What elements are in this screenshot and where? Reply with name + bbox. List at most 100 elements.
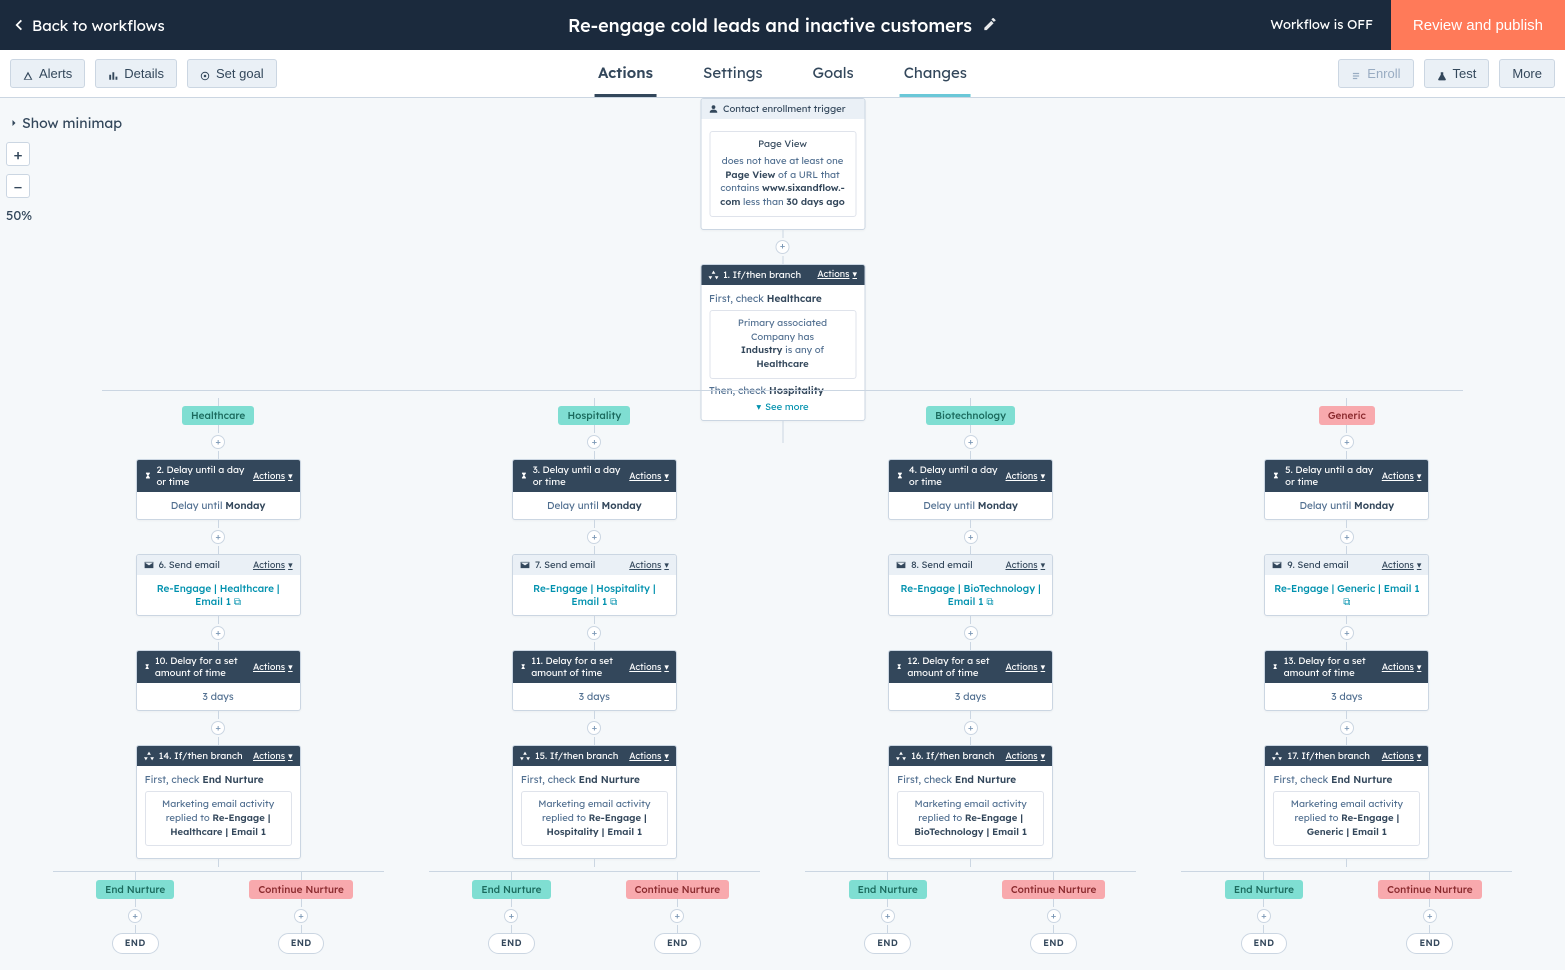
- send-email-card[interactable]: 8. Send email Actions ▾ Re-Engage | BioT…: [888, 554, 1053, 616]
- card-actions-menu[interactable]: Actions ▾: [1005, 560, 1045, 571]
- branch-chip: Healthcare: [182, 406, 254, 425]
- ifthen-branch-card[interactable]: 15. If/then branch Actions ▾ First, chec…: [512, 745, 677, 859]
- add-action-button[interactable]: +: [1423, 909, 1437, 923]
- set-goal-button[interactable]: Set goal: [187, 59, 277, 88]
- person-icon: [708, 104, 718, 114]
- card-actions-menu[interactable]: Actions ▾: [253, 471, 293, 482]
- show-minimap-toggle[interactable]: Show minimap: [10, 114, 122, 132]
- add-action-button[interactable]: +: [587, 721, 601, 735]
- add-action-button[interactable]: +: [211, 435, 225, 449]
- hourglass-icon: [520, 662, 526, 672]
- send-email-card[interactable]: 6. Send email Actions ▾ Re-Engage | Heal…: [136, 554, 301, 616]
- add-action-button[interactable]: +: [1257, 909, 1271, 923]
- tab-actions[interactable]: Actions: [594, 50, 657, 97]
- email-link[interactable]: Re-Engage | Hospitality | Email 1 ⧉: [533, 582, 655, 608]
- card-actions-menu[interactable]: Actions ▾: [1382, 751, 1422, 762]
- delay-amount-card[interactable]: 12. Delay for a set amount of time Actio…: [888, 650, 1053, 711]
- branch-column: Biotechnology + 4. Delay until a day or …: [805, 398, 1136, 954]
- end-node: END: [1030, 933, 1077, 954]
- card-actions-menu[interactable]: Actions ▾: [629, 560, 669, 571]
- card-actions-menu[interactable]: Actions ▾: [1382, 560, 1422, 571]
- add-action-button[interactable]: +: [776, 240, 790, 254]
- flask-icon: [1437, 69, 1447, 79]
- tab-settings[interactable]: Settings: [699, 50, 767, 97]
- email-link[interactable]: Re-Engage | BioTechnology | Email 1 ⧉: [901, 582, 1041, 608]
- hourglass-icon: [896, 662, 902, 672]
- add-action-button[interactable]: +: [964, 626, 978, 640]
- add-action-button[interactable]: +: [1340, 721, 1354, 735]
- more-button[interactable]: More: [1499, 59, 1555, 88]
- card-actions-menu[interactable]: Actions ▾: [253, 560, 293, 571]
- add-action-button[interactable]: +: [1340, 435, 1354, 449]
- email-link[interactable]: Re-Engage | Healthcare | Email 1 ⧉: [157, 582, 280, 608]
- delay-amount-card[interactable]: 13. Delay for a set amount of time Actio…: [1264, 650, 1429, 711]
- add-action-button[interactable]: +: [1340, 530, 1354, 544]
- tab-goals[interactable]: Goals: [809, 50, 858, 97]
- add-action-button[interactable]: +: [964, 530, 978, 544]
- add-action-button[interactable]: +: [587, 626, 601, 640]
- envelope-icon: [1272, 560, 1282, 570]
- back-label: Back to workflows: [32, 16, 165, 35]
- workflow-canvas[interactable]: Show minimap + − 50% Contact enrollment …: [0, 98, 1565, 968]
- card-actions-menu[interactable]: Actions ▾: [253, 662, 293, 673]
- card-actions-menu[interactable]: Actions ▾: [1005, 471, 1045, 482]
- add-action-button[interactable]: +: [964, 435, 978, 449]
- add-action-button[interactable]: +: [211, 721, 225, 735]
- branch-chip: Generic: [1319, 406, 1375, 425]
- delay-day-time-card[interactable]: 3. Delay until a day or time Actions ▾ D…: [512, 459, 677, 520]
- card-actions-menu[interactable]: Actions ▾: [629, 662, 669, 673]
- branch-chip: Biotechnology: [926, 406, 1015, 425]
- card-actions-menu[interactable]: Actions ▾: [1382, 471, 1422, 482]
- delay-amount-card[interactable]: 10. Delay for a set amount of time Actio…: [136, 650, 301, 711]
- add-action-button[interactable]: +: [211, 626, 225, 640]
- delay-day-time-card[interactable]: 2. Delay until a day or time Actions ▾ D…: [136, 459, 301, 520]
- ifthen-branch-card[interactable]: 14. If/then branch Actions ▾ First, chec…: [136, 745, 301, 859]
- card-actions-menu[interactable]: Actions ▾: [1005, 662, 1045, 673]
- delay-day-time-card[interactable]: 4. Delay until a day or time Actions ▾ D…: [888, 459, 1053, 520]
- card-actions-menu[interactable]: Actions ▾: [253, 751, 293, 762]
- add-action-button[interactable]: +: [211, 530, 225, 544]
- alerts-button[interactable]: Alerts: [10, 59, 85, 88]
- email-link[interactable]: Re-Engage | Generic | Email 1 ⧉: [1274, 582, 1419, 608]
- add-action-button[interactable]: +: [670, 909, 684, 923]
- add-action-button[interactable]: +: [504, 909, 518, 923]
- add-action-button[interactable]: +: [964, 721, 978, 735]
- envelope-icon: [520, 560, 530, 570]
- card-actions-menu[interactable]: Actions ▾: [629, 471, 669, 482]
- continue-nurture-chip: Continue Nurture: [626, 880, 730, 899]
- hourglass-icon: [1272, 662, 1278, 672]
- enroll-button[interactable]: Enroll: [1338, 59, 1413, 88]
- add-action-button[interactable]: +: [1047, 909, 1061, 923]
- card-actions-menu[interactable]: Actions ▾: [629, 751, 669, 762]
- edit-title-button[interactable]: [982, 14, 997, 37]
- add-action-button[interactable]: +: [128, 909, 142, 923]
- delay-day-time-card[interactable]: 5. Delay until a day or time Actions ▾ D…: [1264, 459, 1429, 520]
- details-button[interactable]: Details: [95, 59, 177, 88]
- send-email-card[interactable]: 7. Send email Actions ▾ Re-Engage | Hosp…: [512, 554, 677, 616]
- ifthen-branch-card[interactable]: 17. If/then branch Actions ▾ First, chec…: [1264, 745, 1429, 859]
- enrollment-trigger-card[interactable]: Contact enrollment trigger Page View doe…: [700, 98, 865, 230]
- card-actions-menu[interactable]: Actions ▾: [1382, 662, 1422, 673]
- add-action-button[interactable]: +: [587, 530, 601, 544]
- end-nurture-chip: End Nurture: [96, 880, 174, 899]
- add-action-button[interactable]: +: [881, 909, 895, 923]
- card-actions-menu[interactable]: Actions ▾: [1005, 751, 1045, 762]
- hourglass-icon: [144, 471, 152, 481]
- zoom-in-button[interactable]: +: [6, 142, 30, 166]
- tab-changes[interactable]: Changes: [900, 50, 971, 97]
- hourglass-icon: [144, 662, 150, 672]
- test-button[interactable]: Test: [1424, 59, 1490, 88]
- back-to-workflows-button[interactable]: Back to workflows: [12, 16, 165, 35]
- end-node: END: [654, 933, 701, 954]
- zoom-out-button[interactable]: −: [6, 174, 30, 198]
- add-action-button[interactable]: +: [587, 435, 601, 449]
- card-actions-menu[interactable]: Actions ▾: [817, 269, 857, 280]
- send-email-card[interactable]: 9. Send email Actions ▾ Re-Engage | Gene…: [1264, 554, 1429, 616]
- delay-amount-card[interactable]: 11. Delay for a set amount of time Actio…: [512, 650, 677, 711]
- continue-nurture-chip: Continue Nurture: [1002, 880, 1106, 899]
- ifthen-branch-card[interactable]: 16. If/then branch Actions ▾ First, chec…: [888, 745, 1053, 859]
- add-action-button[interactable]: +: [1340, 626, 1354, 640]
- review-publish-button[interactable]: Review and publish: [1391, 0, 1565, 50]
- end-nurture-chip: End Nurture: [472, 880, 550, 899]
- add-action-button[interactable]: +: [294, 909, 308, 923]
